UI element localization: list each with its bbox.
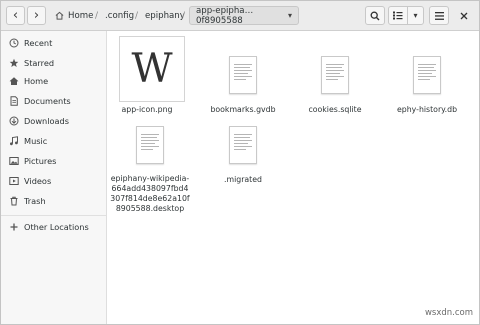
document-icon [413, 56, 441, 94]
sidebar-item-other-locations[interactable]: Other Locations [1, 217, 106, 236]
star-icon [9, 58, 19, 68]
list-view-icon [393, 11, 403, 20]
picture-icon [9, 156, 19, 166]
sidebar-item-music[interactable]: Music [1, 131, 106, 150]
sidebar: Recent Starred Home Documents Downloads [1, 31, 107, 324]
clock-icon [9, 38, 19, 48]
breadcrumb-epiphany[interactable]: epiphany [145, 6, 185, 25]
trash-icon [9, 196, 19, 206]
forward-button[interactable]: › [27, 6, 46, 25]
document-icon [9, 95, 19, 106]
main-menu-button[interactable] [429, 6, 449, 25]
sidebar-item-recent[interactable]: Recent [1, 33, 106, 52]
sidebar-item-documents[interactable]: Documents [1, 91, 106, 110]
home-icon [9, 76, 19, 86]
close-icon [460, 12, 468, 19]
file-name: .migrated [224, 175, 262, 184]
sidebar-item-starred[interactable]: Starred [1, 53, 106, 72]
view-options-button[interactable]: ▾ [407, 6, 424, 25]
search-icon [370, 11, 380, 20]
back-arrow-icon: ‹ [12, 8, 19, 23]
header-bar: ‹ › Home / .config / epiphany / app-epip… [1, 1, 479, 31]
breadcrumb-separator: / [182, 10, 186, 21]
back-button[interactable]: ‹ [6, 6, 25, 25]
breadcrumb-current-folder[interactable]: app-epipha…0f8905588 ▾ [189, 6, 299, 26]
sidebar-divider [1, 215, 106, 216]
hamburger-menu-icon [434, 11, 444, 20]
file-name: app-icon.png [121, 105, 173, 114]
home-icon [55, 11, 64, 20]
close-button[interactable] [455, 6, 473, 25]
search-button[interactable] [365, 6, 385, 25]
document-icon [321, 56, 349, 94]
file-item-migrated[interactable]: .migrated [203, 123, 283, 213]
file-item-epiphany-desktop[interactable]: epiphany-wikipedia- 664add438097fbd4 307… [110, 123, 190, 218]
file-manager-window: ‹ › Home / .config / epiphany / app-epip… [0, 0, 480, 325]
file-item-bookmarks[interactable]: bookmarks.gvdb [203, 31, 283, 121]
watermark-text: wsxdn.com [424, 308, 473, 318]
sidebar-item-trash[interactable]: Trash [1, 191, 106, 210]
view-toggle-button[interactable] [388, 6, 408, 25]
plus-icon [9, 222, 19, 232]
file-item-app-icon[interactable]: W app-icon.png [107, 31, 187, 121]
sidebar-item-pictures[interactable]: Pictures [1, 151, 106, 170]
file-item-ephy-history[interactable]: ephy-history.db [387, 31, 467, 121]
chevron-down-icon: ▾ [413, 11, 418, 20]
dropdown-icon: ▾ [287, 11, 292, 20]
file-item-cookies[interactable]: cookies.sqlite [295, 31, 375, 121]
breadcrumb-config[interactable]: .config [105, 6, 134, 25]
sidebar-item-videos[interactable]: Videos [1, 171, 106, 190]
video-icon [9, 176, 19, 186]
sidebar-item-home[interactable]: Home [1, 71, 106, 90]
file-name: bookmarks.gvdb [210, 105, 276, 114]
sidebar-item-downloads[interactable]: Downloads [1, 111, 106, 130]
breadcrumb-separator: / [95, 10, 99, 21]
breadcrumb-home[interactable]: Home [55, 6, 93, 25]
document-icon [229, 126, 257, 164]
document-icon [136, 126, 164, 164]
file-name: ephy-history.db [396, 105, 458, 114]
wikipedia-logo-thumbnail: W [119, 36, 185, 102]
file-name: epiphany-wikipedia- 664add438097fbd4 307… [110, 174, 190, 213]
download-icon [9, 116, 19, 126]
breadcrumb-separator: / [135, 10, 139, 21]
file-grid: W app-icon.png bookmarks.gvdb cookies.sq… [107, 31, 479, 324]
document-icon [229, 56, 257, 94]
file-name: cookies.sqlite [308, 105, 362, 114]
music-icon [9, 135, 19, 146]
forward-arrow-icon: › [33, 8, 40, 23]
